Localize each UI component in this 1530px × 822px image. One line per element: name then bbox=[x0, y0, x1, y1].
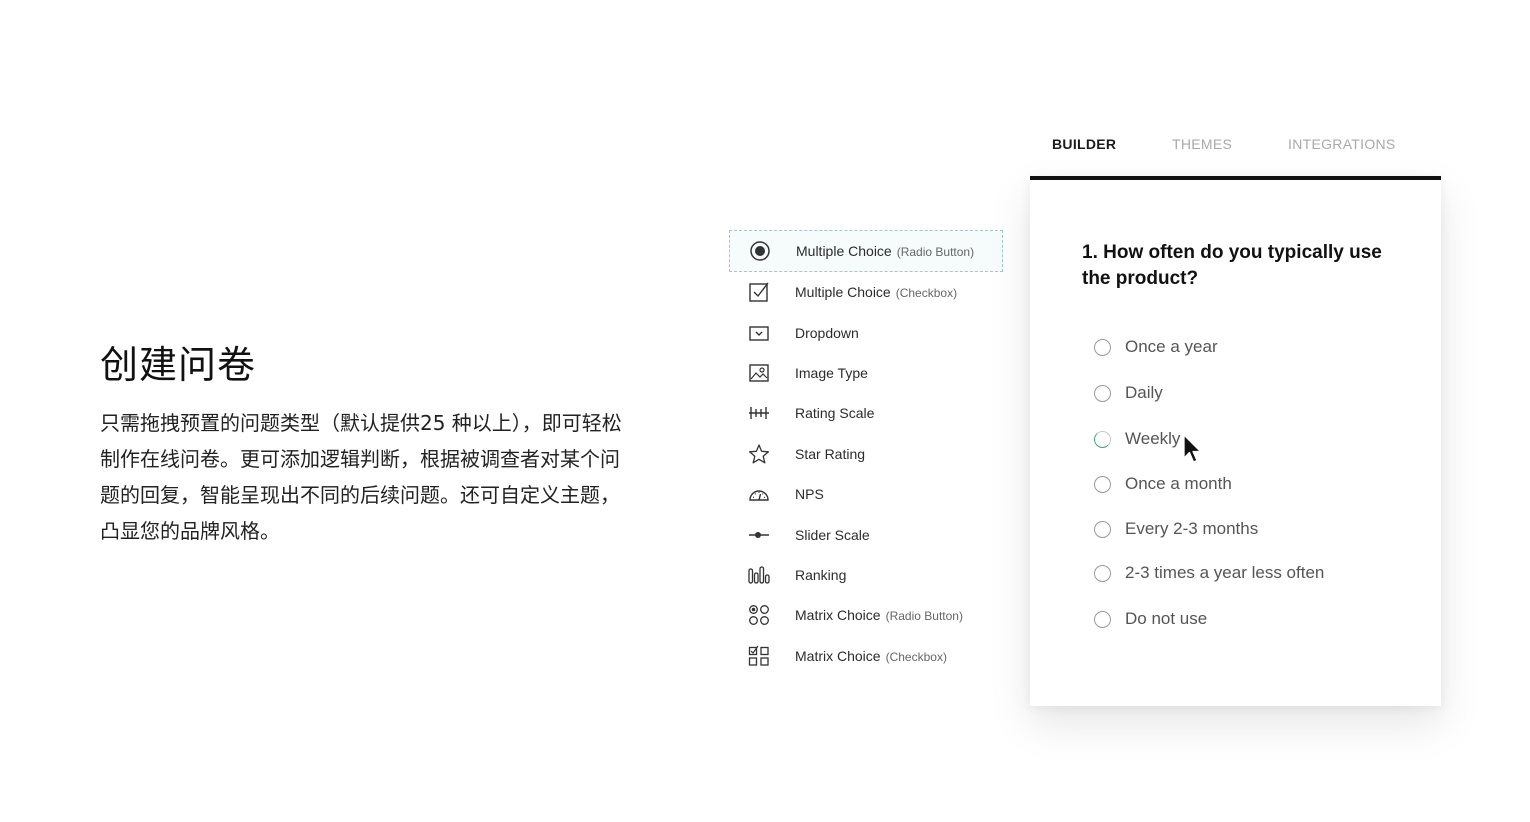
ranking-icon bbox=[748, 564, 770, 586]
rating-scale-icon bbox=[748, 402, 770, 424]
option-label: Do not use bbox=[1125, 609, 1208, 628]
option-label: Daily bbox=[1125, 383, 1163, 402]
page-description: 只需拖拽预置的问题类型（默认提供25 种以上），即可轻松制作在线问卷。更可添加逻… bbox=[100, 411, 622, 543]
question-type-label: Ranking bbox=[795, 566, 847, 583]
question-type-list: Multiple Choice (Radio Button) Multiple C… bbox=[729, 230, 1003, 676]
checkbox-icon bbox=[748, 281, 770, 303]
question-type-label: Multiple Choice bbox=[795, 284, 891, 301]
question-type-label: Matrix Choice bbox=[795, 647, 881, 664]
question-type-label: Image Type bbox=[795, 364, 868, 381]
question-text: How often do you typically use the produ… bbox=[1082, 242, 1382, 289]
radio-button[interactable] bbox=[1094, 520, 1111, 538]
question-type-label: Star Rating bbox=[795, 445, 866, 462]
answer-option[interactable]: Daily bbox=[1094, 381, 1163, 405]
survey-preview-card: 1. How often do you typically use the pr… bbox=[1030, 176, 1441, 706]
radio-button[interactable] bbox=[1094, 564, 1111, 582]
matrix-radio-icon bbox=[748, 604, 770, 626]
option-label: Every 2-3 months bbox=[1125, 519, 1259, 538]
option-label: Once a year bbox=[1125, 337, 1218, 356]
option-label: 2-3 times a year less often bbox=[1125, 563, 1325, 582]
dropdown-icon bbox=[748, 322, 770, 344]
tab-integrations[interactable]: INTEGRATIONS bbox=[1288, 136, 1396, 152]
question-type-sublabel: (Radio Button) bbox=[896, 245, 975, 259]
slider-icon bbox=[748, 524, 770, 546]
star-icon bbox=[748, 443, 770, 465]
question-type-multiple-choice-checkbox[interactable]: Multiple Choice (Checkbox) bbox=[729, 272, 1003, 312]
mouse-pointer-icon bbox=[1183, 434, 1202, 463]
gauge-icon bbox=[748, 483, 770, 505]
answer-option[interactable]: Once a year bbox=[1094, 335, 1218, 359]
answer-option[interactable]: Do not use bbox=[1094, 607, 1207, 631]
radio-button-icon bbox=[749, 240, 771, 262]
question-title: 1. How often do you typically use the pr… bbox=[1082, 240, 1402, 292]
radio-button[interactable] bbox=[1094, 384, 1111, 402]
question-type-slider-scale[interactable]: Slider Scale bbox=[729, 514, 1003, 554]
answer-option[interactable]: Weekly bbox=[1094, 427, 1180, 451]
radio-button[interactable] bbox=[1094, 430, 1111, 448]
question-type-matrix-checkbox[interactable]: Matrix Choice (Checkbox) bbox=[729, 636, 1003, 676]
question-type-label: Rating Scale bbox=[795, 405, 875, 422]
page-title: 创建问卷 bbox=[100, 343, 257, 387]
question-type-multiple-choice-radio[interactable]: Multiple Choice (Radio Button) bbox=[729, 230, 1003, 272]
question-type-rating-scale[interactable]: Rating Scale bbox=[729, 393, 1003, 433]
matrix-checkbox-icon bbox=[748, 645, 770, 667]
answer-option[interactable]: Every 2-3 months bbox=[1094, 517, 1258, 541]
question-type-nps[interactable]: NPS bbox=[729, 474, 1003, 514]
option-label: Weekly bbox=[1125, 429, 1181, 448]
question-type-label: Matrix Choice bbox=[795, 607, 881, 624]
question-type-sublabel: (Radio Button) bbox=[885, 609, 963, 624]
image-icon bbox=[748, 362, 770, 384]
builder-tabs: BUILDER THEMES INTEGRATIONS bbox=[1030, 130, 1442, 170]
option-label: Once a month bbox=[1125, 474, 1232, 493]
answer-option[interactable]: Once a month bbox=[1094, 472, 1232, 496]
radio-button[interactable] bbox=[1094, 475, 1111, 493]
question-type-label: Slider Scale bbox=[795, 526, 870, 543]
question-type-image[interactable]: Image Type bbox=[729, 353, 1003, 393]
tab-builder[interactable]: BUILDER bbox=[1052, 136, 1116, 152]
tab-themes[interactable]: THEMES bbox=[1172, 136, 1232, 152]
question-type-sublabel: (Checkbox) bbox=[895, 286, 958, 301]
question-number: 1. bbox=[1082, 242, 1098, 263]
radio-button[interactable] bbox=[1094, 338, 1111, 356]
radio-button[interactable] bbox=[1094, 610, 1111, 628]
answer-option[interactable]: 2-3 times a year less often bbox=[1094, 561, 1324, 585]
question-type-label: Dropdown bbox=[795, 324, 859, 341]
question-type-star-rating[interactable]: Star Rating bbox=[729, 434, 1003, 474]
question-type-label: Multiple Choice bbox=[796, 243, 892, 259]
question-type-label: NPS bbox=[795, 486, 824, 503]
question-type-sublabel: (Checkbox) bbox=[885, 649, 947, 664]
question-type-dropdown[interactable]: Dropdown bbox=[729, 312, 1003, 352]
question-type-matrix-radio[interactable]: Matrix Choice (Radio Button) bbox=[729, 595, 1003, 635]
question-type-ranking[interactable]: Ranking bbox=[729, 555, 1003, 595]
